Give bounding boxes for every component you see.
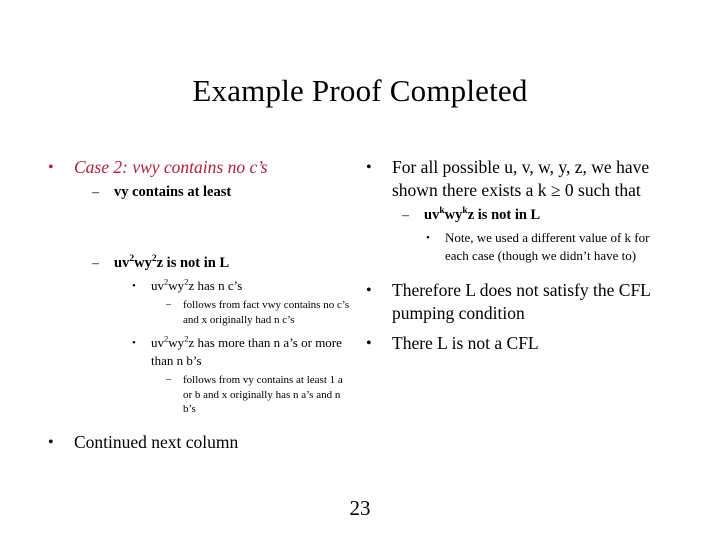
bullet-uv2wy2z-not-in-l: – uv2wy2z is not in L — [92, 253, 354, 274]
text-fragment: uv — [151, 335, 164, 350]
text-fragment: z is not in L — [156, 255, 230, 271]
bullet-uvkwykz-not-in-l: – uvkwykz is not in L — [402, 205, 676, 226]
bullet-marker-dash-icon: – — [92, 185, 99, 200]
text-fragment: z has n c’s — [188, 278, 243, 293]
bullet-marker-round-icon: • — [366, 335, 372, 352]
page-number: 23 — [349, 496, 371, 520]
left-column: • Case 2: vwy contains no c’s – vy conta… — [48, 156, 354, 454]
text-fragment: uv — [424, 207, 440, 223]
bullet-has-n-cs-reason: – follows from fact vwy contains no c’s … — [166, 298, 354, 327]
bullet-more-than-n-reason: – follows from vy contains at least 1 a … — [166, 373, 354, 417]
bullet-for-all-possible-label: For all possible u, v, w, y, z, we have … — [392, 157, 650, 200]
bullet-marker-round-icon: • — [366, 159, 372, 176]
bullet-therefore: • Therefore L does not satisfy the CFL p… — [366, 279, 676, 325]
bullet-continued-next-column-label: Continued next column — [74, 431, 239, 452]
bullet-conclusion: • There L is not a CFL — [366, 332, 676, 355]
bullet-marker-dash-icon: – — [92, 256, 99, 271]
page-title: Example Proof Completed — [192, 73, 528, 108]
bullet-marker-round-icon: • — [132, 337, 136, 349]
bullet-has-n-cs-reason-label: follows from fact vwy contains no c’s an… — [183, 299, 350, 326]
bullet-vy-contains-label: vy contains at least — [114, 184, 232, 200]
bullet-uv2wy2z-not-in-l-label: uv2wy2z is not in L — [114, 253, 354, 274]
bullet-therefore-label: Therefore L does not satisfy the CFL pum… — [392, 280, 651, 323]
bullet-marker-dash-icon: – — [402, 208, 409, 223]
bullet-has-n-cs: • uv2wy2z has n c’s — [132, 277, 354, 295]
text-fragment: z is not in L — [467, 207, 541, 223]
right-column: • For all possible u, v, w, y, z, we hav… — [366, 156, 676, 355]
bullet-vy-contains: – vy contains at least — [92, 182, 354, 203]
bullet-case-2: • Case 2: vwy contains no c’s — [48, 156, 354, 179]
bullet-marker-round-icon: • — [48, 433, 54, 451]
bullet-uvkwykz-not-in-l-label: uvkwykz is not in L — [424, 205, 676, 226]
text-fragment: wy — [134, 255, 152, 271]
bullet-continued-next-column: • Continued next column — [48, 431, 354, 454]
bullet-marker-round-icon: • — [48, 159, 54, 176]
text-fragment: wy — [444, 207, 463, 223]
bullet-marker-dash-icon: – — [166, 299, 171, 310]
text-fragment: uv — [151, 278, 164, 293]
text-fragment: wy — [168, 335, 185, 350]
bullet-more-than-n-label: uv2wy2z has more than n a’s or more than… — [151, 334, 354, 370]
bullet-marker-round-icon: • — [132, 280, 136, 292]
bullet-note-different-k-label: Note, we used a different value of k for… — [445, 230, 650, 263]
bullet-marker-round-icon: • — [366, 282, 372, 299]
bullet-note-different-k: • Note, we used a different value of k f… — [426, 229, 676, 265]
text-fragment: wy — [168, 278, 185, 293]
bullet-case-2-label: Case 2: vwy contains no c’s — [74, 157, 268, 177]
bullet-marker-round-icon: • — [426, 232, 430, 244]
bullet-conclusion-label: There L is not a CFL — [392, 333, 539, 353]
bullet-for-all-possible: • For all possible u, v, w, y, z, we hav… — [366, 156, 676, 202]
bullet-has-n-cs-label: uv2wy2z has n c’s — [151, 277, 354, 295]
bullet-more-than-n: • uv2wy2z has more than n a’s or more th… — [132, 334, 354, 370]
bullet-more-than-n-reason-label: follows from vy contains at least 1 a or… — [183, 374, 343, 415]
text-fragment: uv — [114, 255, 130, 271]
bullet-marker-dash-icon: – — [166, 374, 171, 385]
slide: Example Proof Completed • Case 2: vwy co… — [0, 0, 720, 540]
